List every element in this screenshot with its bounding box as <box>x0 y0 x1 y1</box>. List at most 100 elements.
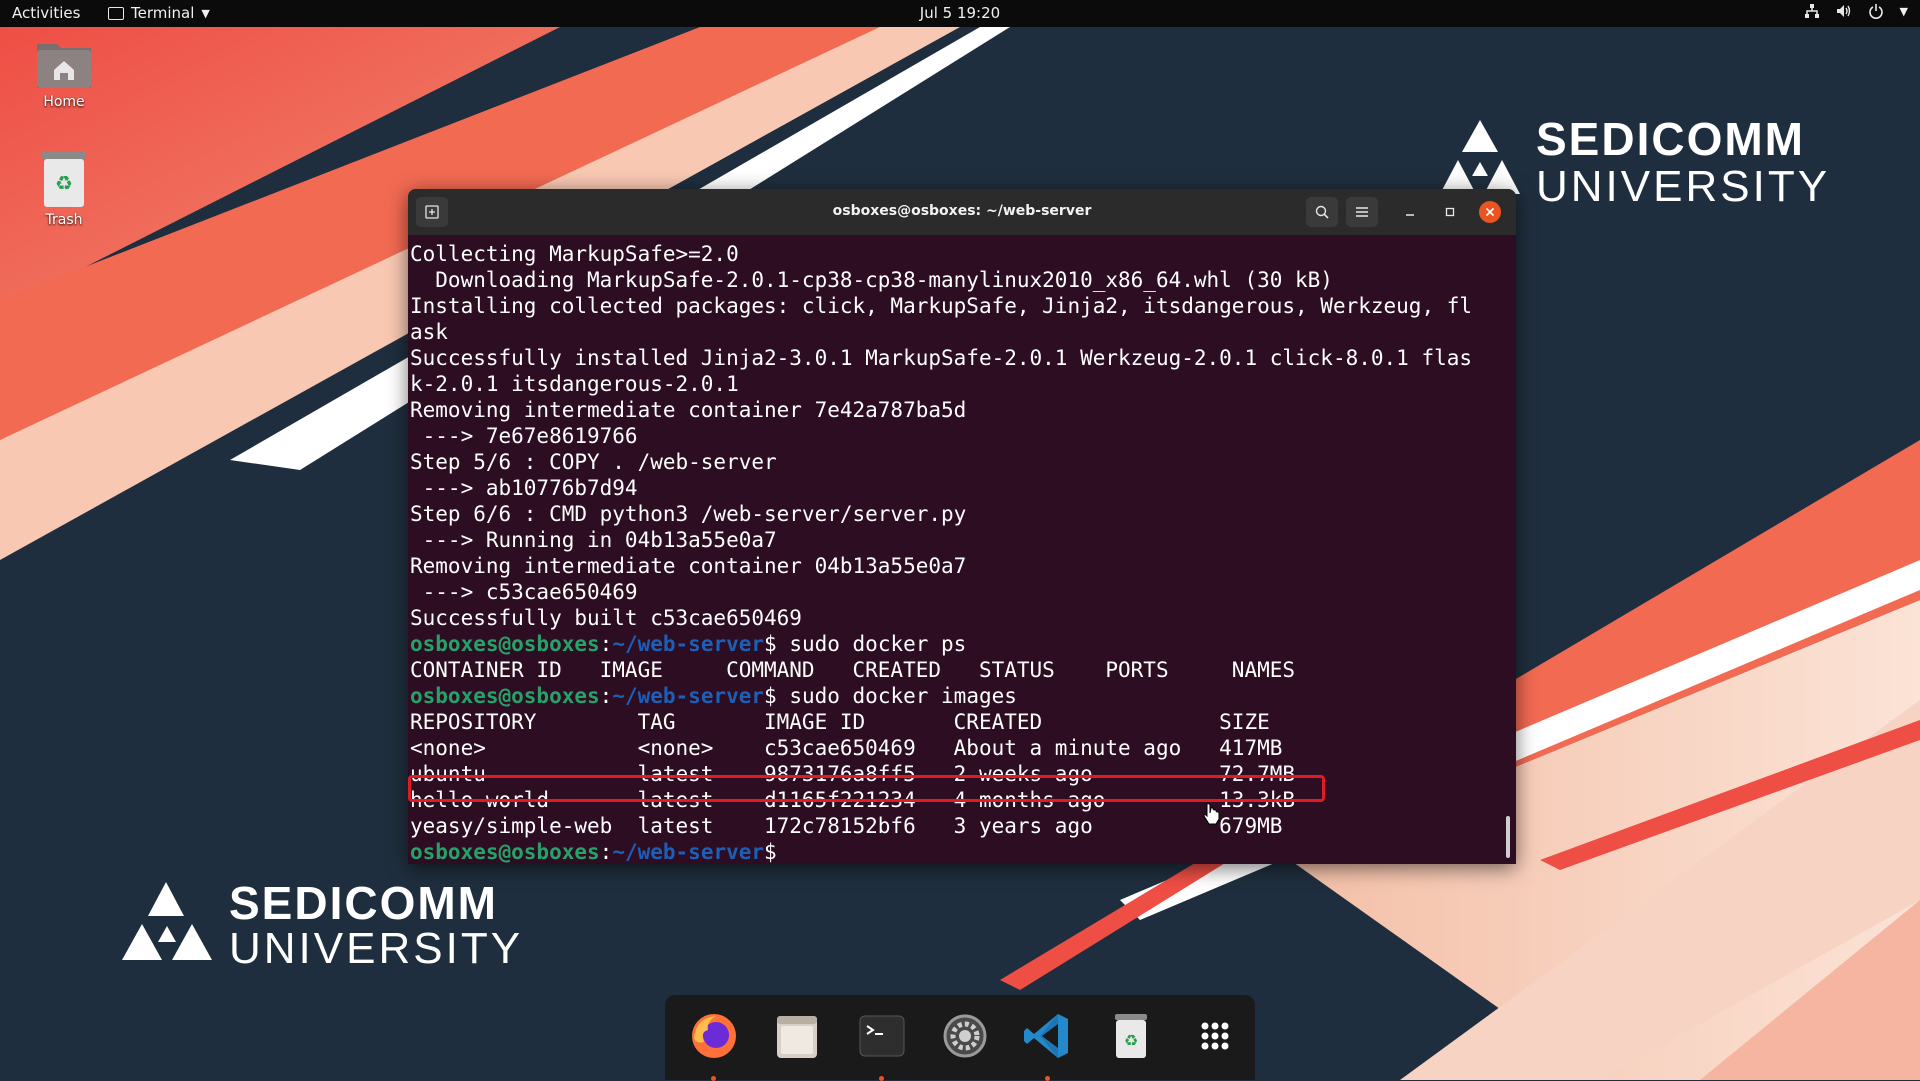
terminal-line: Removing intermediate container 04b13a55… <box>410 553 966 579</box>
terminal-line: REPOSITORY TAG IMAGE ID CREATED SIZE <box>410 709 1270 735</box>
sedicomm-triangles-icon <box>1440 120 1520 194</box>
prompt-user: osboxes@osboxes <box>410 684 600 708</box>
dock-trash[interactable]: ♻ <box>1103 1008 1159 1064</box>
terminal-icon <box>859 1015 905 1057</box>
terminal-line: Successfully installed Jinja2-3.0.1 Mark… <box>410 345 1472 371</box>
terminal-scrollbar[interactable] <box>1506 816 1510 858</box>
logo-subtitle: UNIVERSITY <box>229 924 524 973</box>
line-text: Successfully installed Jinja2-3.0.1 Mark… <box>410 346 1473 370</box>
close-button[interactable] <box>1479 201 1501 223</box>
line-text: CONTAINER ID IMAGE COMMAND CREATED STATU… <box>410 658 1296 682</box>
desktop-trash-label: Trash <box>45 212 83 228</box>
line-text: Successfully built c53cae650469 <box>410 606 802 630</box>
terminal-output[interactable]: Collecting MarkupSafe>=2.0 Downloading M… <box>408 236 1516 864</box>
line-text: ---> Running in 04b13a55e0a7 <box>410 528 777 552</box>
terminal-line: Downloading MarkupSafe-2.0.1-cp38-cp38-m… <box>410 267 1333 293</box>
prompt-path: ~/web-server <box>612 840 765 864</box>
dock-terminal[interactable] <box>854 1008 910 1081</box>
activities-button[interactable]: Activities <box>12 4 80 22</box>
dock-settings[interactable] <box>937 1008 993 1064</box>
line-text: ask <box>410 320 448 344</box>
clock[interactable]: Jul 5 19:20 <box>920 4 1000 22</box>
terminal-titlebar[interactable]: osboxes@osboxes: ~/web-server <box>408 189 1516 236</box>
prompt-path: ~/web-server <box>612 684 765 708</box>
logo-subtitle: UNIVERSITY <box>1536 162 1831 211</box>
sedicomm-triangles-icon <box>122 882 212 960</box>
search-button[interactable] <box>1306 197 1338 227</box>
prompt-command: $ sudo docker ps <box>764 632 967 656</box>
files-icon <box>777 1016 817 1058</box>
trash-icon: ♻ <box>42 151 86 207</box>
vscode-icon <box>1024 1014 1068 1058</box>
home-folder-icon <box>37 44 91 88</box>
terminal-line: Step 6/6 : CMD python3 /web-server/serve… <box>410 501 966 527</box>
maximize-icon <box>1445 207 1455 217</box>
prompt-user: osboxes@osboxes <box>410 840 600 864</box>
terminal-line: Step 5/6 : COPY . /web-server <box>410 449 777 475</box>
line-text: k-2.0.1 itsdangerous-2.0.1 <box>410 372 739 396</box>
system-tray[interactable]: ▼ <box>1804 3 1908 19</box>
hamburger-menu-button[interactable] <box>1346 197 1378 227</box>
running-indicator <box>711 1076 716 1081</box>
firefox-icon <box>692 1014 736 1058</box>
svg-text:♻: ♻ <box>1124 1031 1138 1050</box>
terminal-line: Removing intermediate container 7e42a787… <box>410 397 966 423</box>
settings-icon <box>943 1014 987 1058</box>
line-text: ---> 7e67e8619766 <box>410 424 638 448</box>
close-icon <box>1485 207 1495 217</box>
svg-text:♻: ♻ <box>55 171 73 195</box>
terminal-line: k-2.0.1 itsdangerous-2.0.1 <box>410 371 739 397</box>
line-text: Step 5/6 : COPY . /web-server <box>410 450 777 474</box>
prompt-separator: : <box>599 840 613 864</box>
app-menu[interactable]: Terminal ▼ <box>108 4 210 22</box>
line-text: Step 6/6 : CMD python3 /web-server/serve… <box>410 502 967 526</box>
hamburger-menu-icon <box>1356 207 1368 217</box>
terminal-line: ---> Running in 04b13a55e0a7 <box>410 527 777 553</box>
prompt-path: ~/web-server <box>612 632 765 656</box>
dock-vscode[interactable] <box>1020 1008 1076 1081</box>
dock: ♻ <box>665 995 1255 1081</box>
desktop-trash[interactable]: ♻ Trash <box>19 150 109 228</box>
app-grid-icon <box>1201 1022 1229 1050</box>
running-indicator <box>1045 1076 1050 1081</box>
dock-firefox[interactable] <box>686 1008 742 1081</box>
line-text: yeasy/simple-web latest 172c78152bf6 3 y… <box>410 814 1283 838</box>
terminal-line: Installing collected packages: click, Ma… <box>410 293 1472 319</box>
logo-brand: SEDICOMM <box>1536 113 1805 165</box>
new-tab-icon <box>425 205 439 219</box>
terminal-line: ---> ab10776b7d94 <box>410 475 638 501</box>
terminal-line: Successfully built c53cae650469 <box>410 605 802 631</box>
terminal-line: ---> c53cae650469 <box>410 579 638 605</box>
terminal-line: ---> 7e67e8619766 <box>410 423 638 449</box>
line-text: ---> ab10776b7d94 <box>410 476 638 500</box>
terminal-prompt-line: osboxes@osboxes:~/web-server$ <box>410 839 789 864</box>
chevron-down-icon: ▼ <box>201 6 210 20</box>
highlight-annotation <box>408 775 1325 802</box>
prompt-separator: : <box>599 632 613 656</box>
line-text: Installing collected packages: click, Ma… <box>410 294 1473 318</box>
desktop-home[interactable]: Home <box>19 38 109 110</box>
top-bar: Activities Terminal ▼ Jul 5 19:20 ▼ <box>0 0 1920 27</box>
minimize-button[interactable] <box>1399 201 1421 223</box>
terminal-line: Collecting MarkupSafe>=2.0 <box>410 241 739 267</box>
prompt-user: osboxes@osboxes <box>410 632 600 656</box>
new-tab-button[interactable] <box>416 197 448 227</box>
trash-icon: ♻ <box>1115 1014 1147 1058</box>
terminal-line: yeasy/simple-web latest 172c78152bf6 3 y… <box>410 813 1282 839</box>
terminal-mini-icon <box>108 6 124 20</box>
network-icon <box>1804 4 1819 18</box>
mouse-pointer-icon <box>1203 803 1220 825</box>
running-indicator <box>879 1076 884 1081</box>
prompt-command: $ sudo docker images <box>764 684 1017 708</box>
dock-show-apps[interactable] <box>1187 1008 1243 1064</box>
app-menu-label: Terminal <box>131 4 195 22</box>
line-text: <none> <none> c53cae650469 About a minut… <box>410 736 1283 760</box>
terminal-line: ask <box>410 319 448 345</box>
dock-files[interactable] <box>769 1008 825 1064</box>
minimize-icon <box>1406 214 1414 216</box>
line-text: Removing intermediate container 7e42a787… <box>410 398 967 422</box>
terminal-window[interactable]: osboxes@osboxes: ~/web-server Collecting… <box>408 189 1516 864</box>
terminal-prompt-line: osboxes@osboxes:~/web-server$ sudo docke… <box>410 683 1017 709</box>
terminal-line: <none> <none> c53cae650469 About a minut… <box>410 735 1282 761</box>
maximize-button[interactable] <box>1439 201 1461 223</box>
